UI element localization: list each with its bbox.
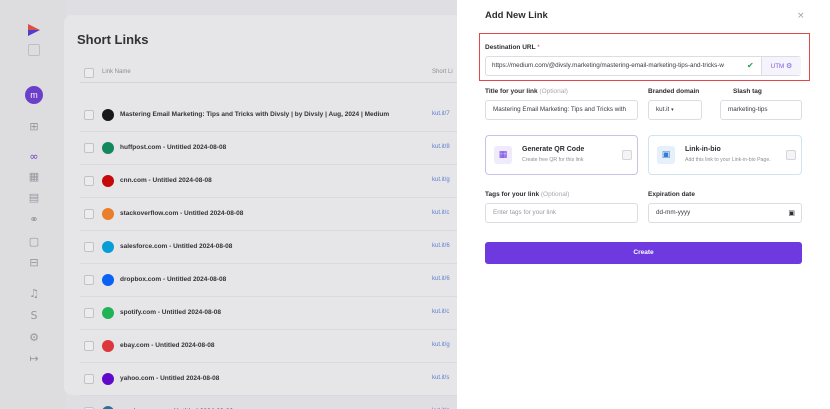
link-in-bio-checkbox[interactable] xyxy=(786,150,796,160)
check-icon: ✔ xyxy=(747,61,754,70)
qr-code-card[interactable]: ▦ Generate QR Code Create free QR for th… xyxy=(485,135,638,175)
slash-tag-input[interactable]: marketing-tips xyxy=(720,100,802,120)
add-link-modal: Add New Link × Destination URL * https:/… xyxy=(457,0,830,409)
tags-label-text: Tags for your link xyxy=(485,191,540,198)
expiration-placeholder: dd-mm-yyyy xyxy=(656,209,691,216)
qr-code-icon: ▦ xyxy=(494,146,512,164)
destination-url-value[interactable]: https://medium.com/@divsly.marketing/mas… xyxy=(492,57,750,75)
bio-card-subtitle: Add this link to your Link-in-bio Page. xyxy=(685,157,771,163)
required-marker: * xyxy=(537,44,540,51)
destination-label-text: Destination URL xyxy=(485,44,536,51)
create-button[interactable]: Create xyxy=(485,242,802,264)
calendar-icon[interactable]: ▣ xyxy=(788,204,795,222)
branded-domain-label: Branded domain xyxy=(648,88,700,95)
destination-url-input[interactable]: https://medium.com/@divsly.marketing/mas… xyxy=(485,56,801,76)
qr-code-checkbox[interactable] xyxy=(622,150,632,160)
link-in-bio-card[interactable]: ▣ Link-in-bio Add this link to your Link… xyxy=(648,135,802,175)
branded-domain-select[interactable]: kut.it ▾ xyxy=(648,100,702,120)
title-field-label: Title for your link (Optional) xyxy=(485,88,568,95)
modal-title: Add New Link xyxy=(485,10,548,21)
gear-icon: ⚙ xyxy=(786,62,793,70)
expiration-date-input[interactable]: dd-mm-yyyy ▣ xyxy=(648,203,802,223)
destination-label: Destination URL * xyxy=(485,44,540,51)
close-icon[interactable]: × xyxy=(797,11,805,21)
tags-input[interactable]: Enter tags for your link xyxy=(485,203,638,223)
tags-label: Tags for your link (Optional) xyxy=(485,191,569,198)
chevron-down-icon: ▾ xyxy=(671,107,674,113)
title-field-label-text: Title for your link xyxy=(485,88,538,95)
qr-card-subtitle: Create free QR for this link xyxy=(522,157,584,163)
utm-button[interactable]: UTM ⚙ xyxy=(761,57,801,75)
expiration-label: Expiration date xyxy=(648,191,695,198)
bio-card-title: Link-in-bio xyxy=(685,146,721,153)
utm-label: UTM xyxy=(770,63,785,70)
link-title-input[interactable]: Mastering Email Marketing: Tips and Tric… xyxy=(485,100,638,120)
optional-tag: (Optional) xyxy=(540,191,570,198)
modal-backdrop[interactable] xyxy=(0,0,457,409)
optional-tag: (Optional) xyxy=(539,88,568,95)
link-in-bio-icon: ▣ xyxy=(657,146,675,164)
qr-card-title: Generate QR Code xyxy=(522,146,585,153)
slash-tag-label: Slash tag xyxy=(733,88,762,95)
branded-domain-value: kut.it xyxy=(656,106,670,113)
